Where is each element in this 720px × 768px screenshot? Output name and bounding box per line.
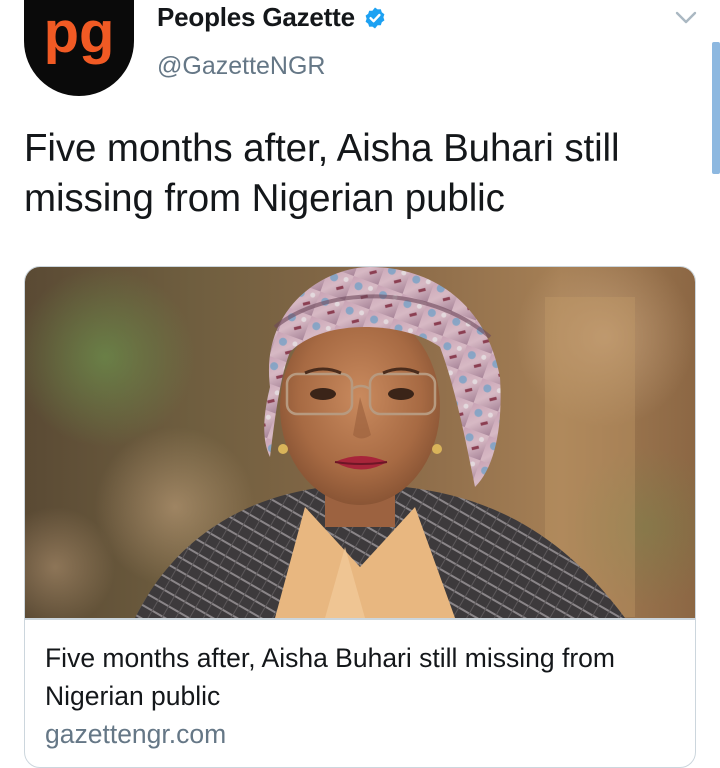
verified-badge-icon [365,7,385,28]
card-image[interactable] [25,267,695,618]
account-handle[interactable]: @GazetteNGR [157,52,325,81]
tweet-text: Five months after, Aisha Buhari still mi… [24,127,620,220]
scroll-indicator[interactable] [712,42,720,174]
account-avatar[interactable]: pg [24,0,134,96]
chevron-down-icon[interactable] [672,4,700,32]
display-name[interactable]: Peoples Gazette [157,2,355,33]
peoples-gazette-logo: pg [24,0,134,96]
card-domain[interactable]: gazettengr.com [45,719,226,750]
svg-text:pg: pg [44,0,115,65]
account-name-row[interactable]: Peoples Gazette [157,2,387,33]
article-photo [25,267,695,618]
card-title[interactable]: Five months after, Aisha Buhari still mi… [45,639,675,715]
link-preview-card[interactable]: Five months after, Aisha Buhari still mi… [24,266,696,768]
card-divider [25,618,695,620]
